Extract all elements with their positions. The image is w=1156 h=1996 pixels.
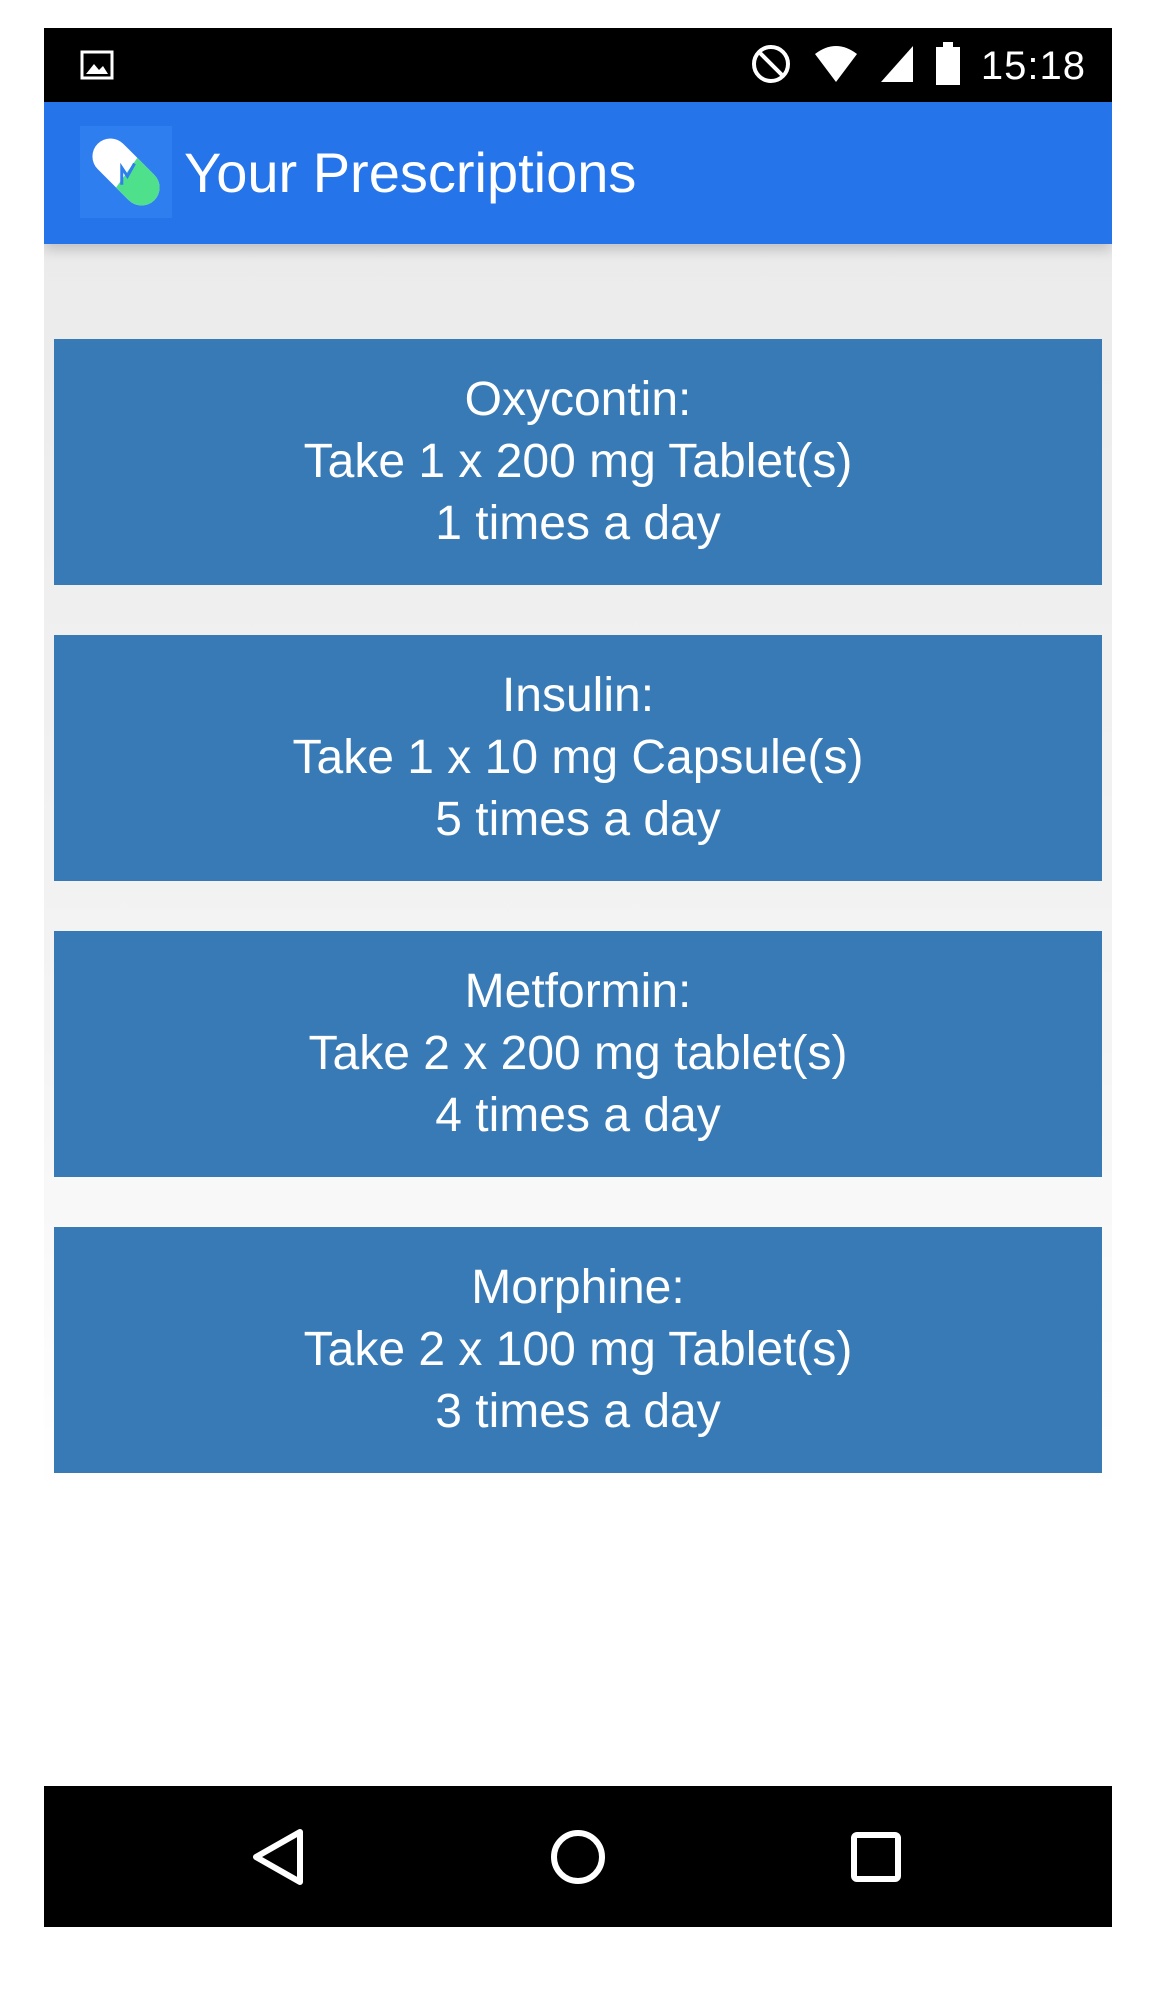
do-not-disturb-icon [749,42,793,91]
wifi-icon [813,44,859,89]
prescription-card-metformin[interactable]: Metformin: Take 2 x 200 mg tablet(s) 4 t… [54,931,1102,1177]
medication-frequency: 3 times a day [435,1385,721,1438]
medication-name: Oxycontin: [464,373,692,426]
app-title: Your Prescriptions [184,141,637,204]
medication-dose: Take 2 x 100 mg Tablet(s) [303,1323,853,1376]
back-icon[interactable] [244,1822,314,1892]
status-time: 15:18 [980,44,1086,88]
prescription-card-insulin[interactable]: Insulin: Take 1 x 10 mg Capsule(s) 5 tim… [54,635,1102,881]
image-notification-icon [80,50,114,85]
prescription-list: Oxycontin: Take 1 x 200 mg Tablet(s) 1 t… [44,244,1112,1810]
medication-dose: Take 1 x 10 mg Capsule(s) [292,731,864,784]
status-bar: 15:18 [44,28,1112,102]
medication-frequency: 5 times a day [435,793,721,846]
phone-screen: 15:18 Your Prescriptions Oxycontin: Take… [44,28,1112,1927]
medication-frequency: 4 times a day [435,1089,721,1142]
app-bar: Your Prescriptions [44,102,1112,244]
recents-icon[interactable] [841,1822,911,1892]
medication-frequency: 1 times a day [435,497,721,550]
medication-name: Metformin: [464,965,692,1018]
battery-icon [935,42,961,91]
medication-name: Insulin: [501,669,655,722]
prescription-card-oxycontin[interactable]: Oxycontin: Take 1 x 200 mg Tablet(s) 1 t… [54,339,1102,585]
medication-dose: Take 2 x 200 mg tablet(s) [308,1027,848,1080]
prescription-card-morphine[interactable]: Morphine: Take 2 x 100 mg Tablet(s) 3 ti… [54,1227,1102,1473]
medication-dose: Take 1 x 200 mg Tablet(s) [303,435,853,488]
pill-capsule-icon [80,126,172,218]
cell-signal-icon [879,44,915,89]
medication-name: Morphine: [471,1261,685,1314]
home-icon[interactable] [543,1822,613,1892]
navigation-bar [44,1786,1112,1927]
